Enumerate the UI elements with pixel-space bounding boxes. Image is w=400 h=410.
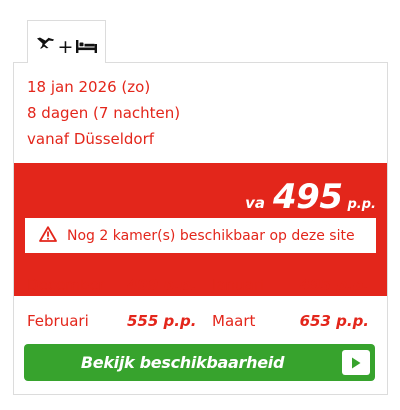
plus-separator: + [57,35,74,58]
month-name-maart[interactable]: Maart [212,312,255,330]
month-name-december[interactable]: December [27,276,105,294]
triangle-right-icon [342,350,370,375]
month-price-maart[interactable]: 653 p.p. [300,312,369,330]
month-name-februari[interactable]: Februari [27,312,89,330]
check-availability-button[interactable]: Bekijk beschikbaarheid [24,344,375,381]
month-price-januari[interactable]: 495 p.p. [300,276,369,294]
availability-alert: Nog 2 kamer(s) beschikbaar op deze site [24,217,377,254]
price-display: va 495 p.p. [245,177,376,217]
tab-flight-hotel[interactable]: + [27,20,106,63]
trip-info: 18 jan 2026 (zo) 8 dagen (7 nachten) van… [27,74,180,152]
month-name-januari[interactable]: Januari [212,276,264,294]
price-suffix: p.p. [347,197,377,212]
trip-date: 18 jan 2026 (zo) [27,78,151,96]
alert-text: Nog 2 kamer(s) beschikbaar op deze site [67,227,355,244]
bed-icon [76,38,98,57]
trip-duration: 8 dagen (7 nachten) [27,104,181,122]
trip-departure: vanaf Düsseldorf [27,130,155,148]
month-price-december[interactable]: 499 p.p. [127,276,196,294]
price-amount: 495 [273,177,343,217]
cta-label: Bekijk beschikbaarheid [80,353,285,372]
offer-card: 18 jan 2026 (zo) 8 dagen (7 nachten) van… [13,62,388,395]
warning-icon [39,225,57,246]
airplane-icon [36,37,55,57]
month-price-grid: December 499 p.p. Januari 495 p.p. Febru… [14,264,387,330]
month-price-februari[interactable]: 555 p.p. [127,312,196,330]
price-prefix: va [245,194,266,212]
